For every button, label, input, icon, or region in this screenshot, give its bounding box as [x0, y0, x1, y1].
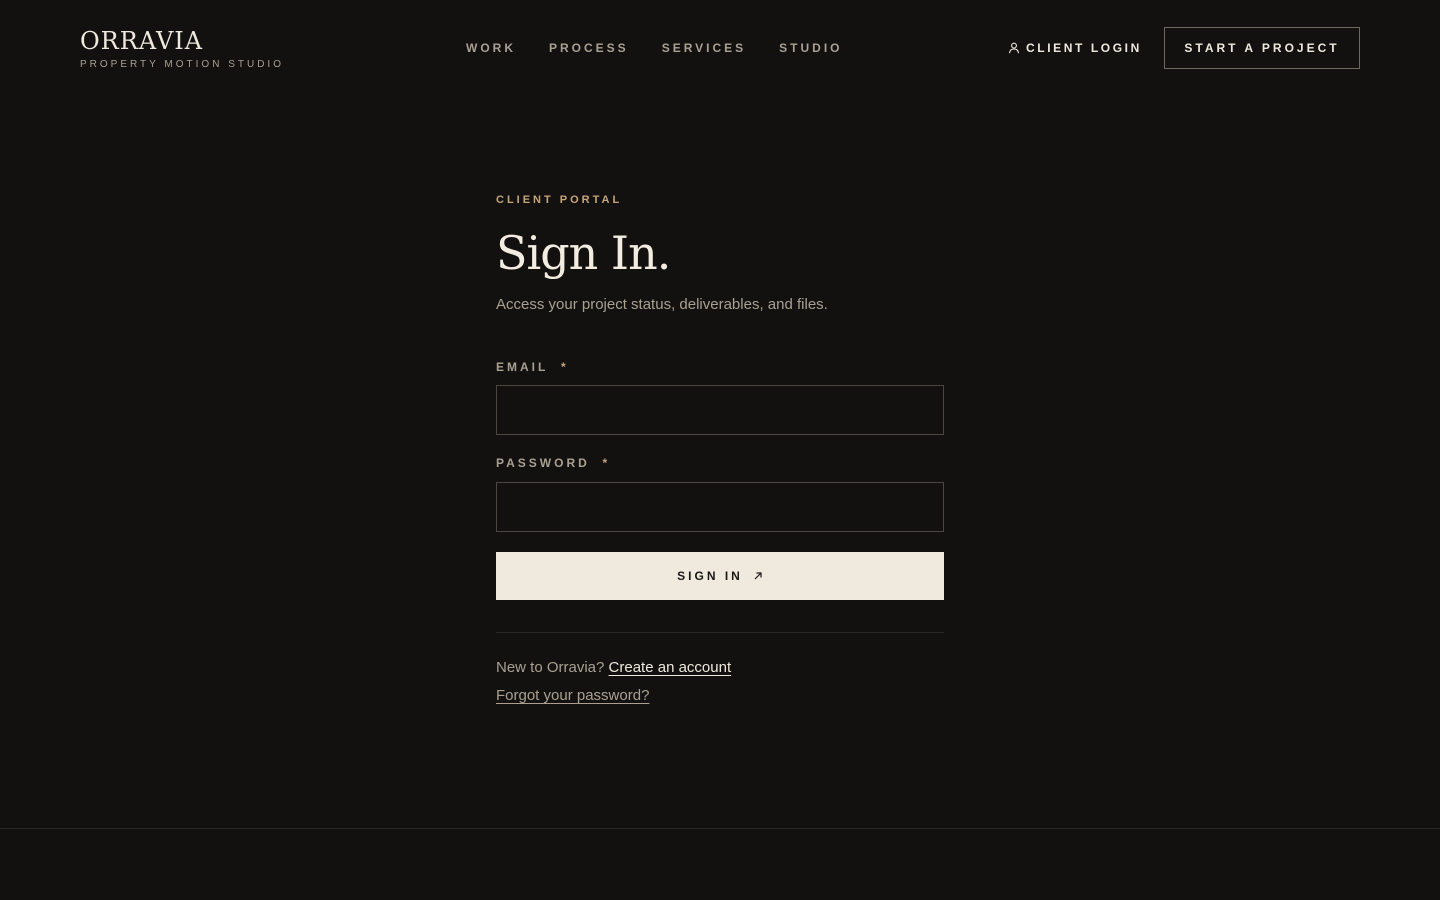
nav-item-work[interactable]: WORK	[466, 41, 516, 55]
nav-item-studio[interactable]: STUDIO	[779, 41, 842, 55]
arrow-up-right-icon	[754, 572, 762, 580]
nav-item-process[interactable]: PROCESS	[549, 41, 629, 55]
nav-item-services[interactable]: SERVICES	[662, 41, 746, 55]
brand-logo[interactable]: ORRAVIA PROPERTY MOTION STUDIO	[80, 27, 284, 71]
site-header: ORRAVIA PROPERTY MOTION STUDIO WORK PROC…	[0, 0, 1440, 96]
required-marker: *	[561, 360, 569, 374]
password-field[interactable]	[496, 482, 944, 532]
brand-name: ORRAVIA	[80, 27, 204, 55]
password-label: PASSWORD *	[496, 456, 944, 470]
eyebrow-label: CLIENT PORTAL	[496, 194, 623, 206]
signin-panel: CLIENT PORTAL Sign In. Access your proje…	[496, 190, 944, 706]
email-label-text: EMAIL	[496, 360, 549, 374]
password-label-text: PASSWORD	[496, 456, 590, 470]
page-subtitle: Access your project status, deliverables…	[496, 296, 828, 313]
divider	[496, 632, 944, 633]
forgot-password-link[interactable]: Forgot your password?	[496, 686, 649, 706]
signup-prompt-text: New to Orravia?	[496, 659, 605, 676]
email-field[interactable]	[496, 385, 944, 435]
main-nav: WORK PROCESS SERVICES STUDIO	[466, 41, 876, 55]
client-login-label: CLIENT LOGIN	[1026, 41, 1142, 55]
sign-in-button[interactable]: SIGN IN	[496, 552, 944, 600]
user-icon	[1008, 42, 1020, 54]
create-account-link[interactable]: Create an account	[609, 659, 732, 676]
email-label: EMAIL *	[496, 360, 944, 374]
client-login-link[interactable]: CLIENT LOGIN	[1008, 41, 1142, 55]
required-marker: *	[602, 456, 611, 470]
footer-divider	[0, 828, 1440, 829]
page-title: Sign In.	[496, 226, 671, 280]
sign-in-button-label: SIGN IN	[677, 569, 743, 583]
brand-tagline: PROPERTY MOTION STUDIO	[80, 59, 284, 70]
signup-prompt: New to Orravia? Create an account	[496, 658, 944, 678]
start-project-button[interactable]: START A PROJECT	[1164, 27, 1360, 69]
